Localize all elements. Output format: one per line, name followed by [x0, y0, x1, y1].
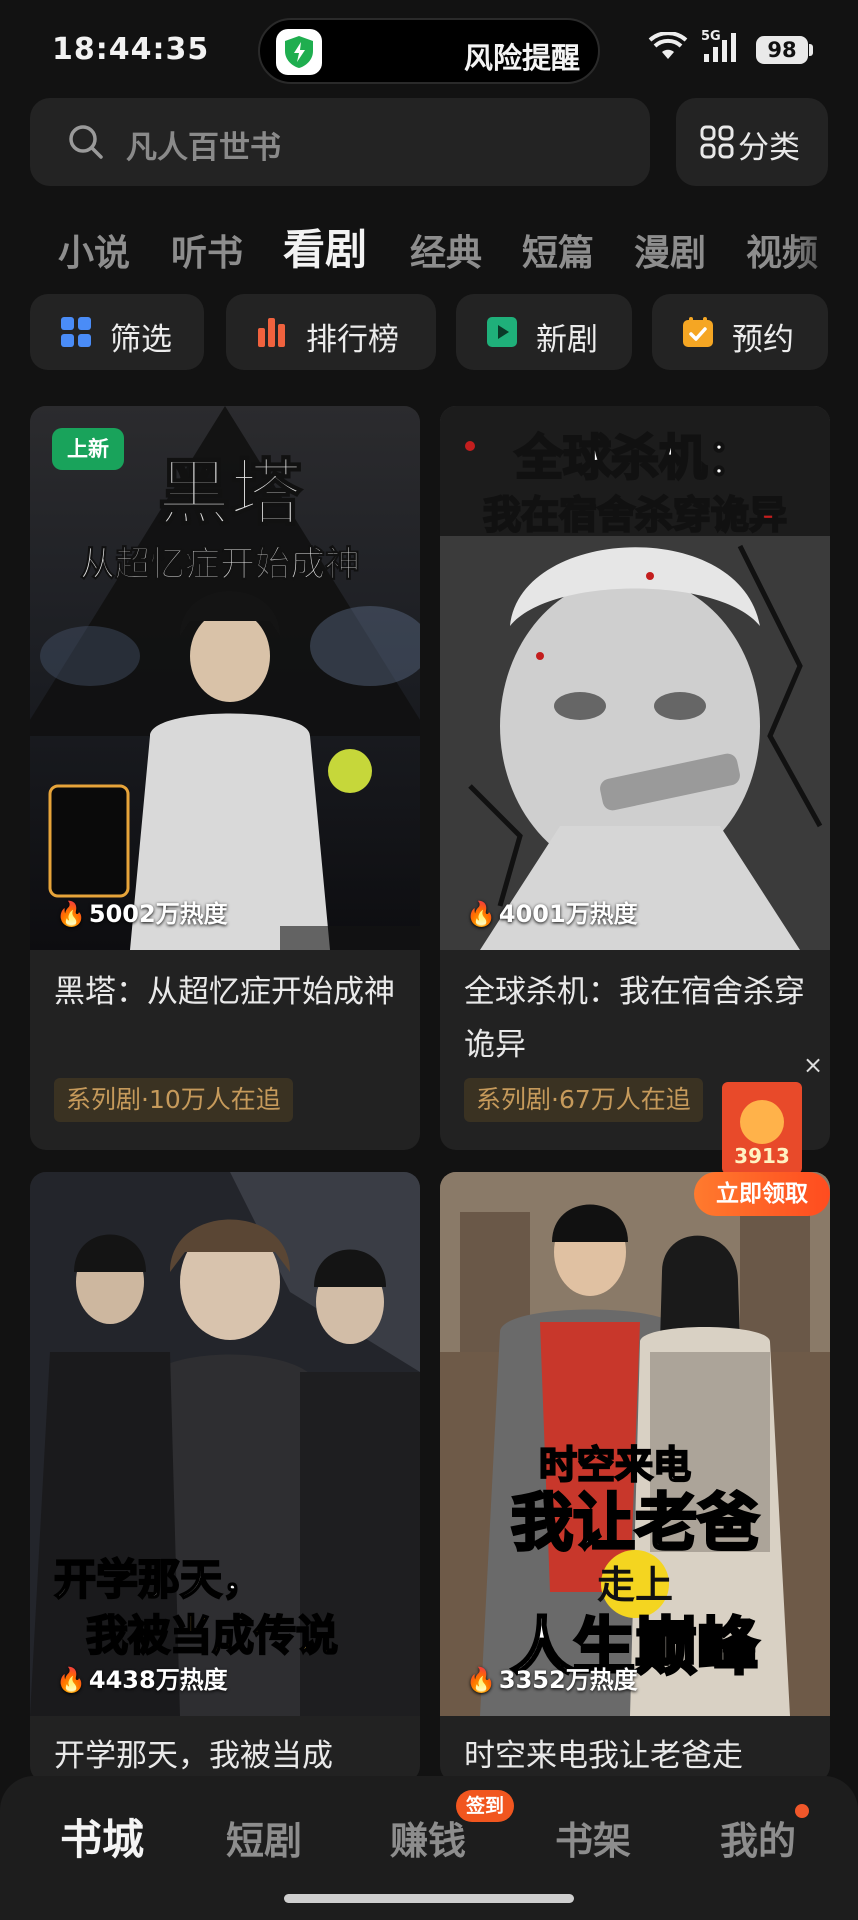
drama-cover[interactable]: 全球杀机： 我在宿舍杀穿诡异 🔥 4001万热度: [440, 406, 830, 950]
tab-short[interactable]: 短篇: [522, 224, 594, 276]
drama-card[interactable]: 开学那天， 我被当成传说 🔥 4438万热度 开学那天，我被当成: [30, 1172, 420, 1782]
flame-icon: 🔥: [466, 900, 496, 928]
drama-cover[interactable]: 开学那天， 我被当成传说 🔥 4438万热度: [30, 1172, 420, 1716]
svg-text:全球杀机：: 全球杀机：: [514, 430, 755, 486]
drama-title: 开学那天，我被当成: [54, 1738, 333, 1774]
signal-icon: [704, 33, 736, 62]
close-icon[interactable]: ×: [796, 1048, 830, 1082]
calendar-check-icon: [683, 317, 713, 347]
flame-icon: 🔥: [56, 1666, 86, 1694]
new-drama-button[interactable]: 新剧: [456, 294, 632, 370]
nav-bookstore[interactable]: 书城: [60, 1806, 144, 1867]
drama-card[interactable]: 时空来电 我让老爸 走上 人生巅峰 🔥 3352万热度 时空来电我让老爸走: [440, 1172, 830, 1782]
home-indicator[interactable]: [284, 1894, 574, 1903]
status-time: 18:44:35: [52, 32, 210, 67]
drama-cover[interactable]: 时空来电 我让老爸 走上 人生巅峰 🔥 3352万热度: [440, 1172, 830, 1716]
drama-cover[interactable]: 上新 黑塔 从超忆症开始成神 🔥 5002万热度: [30, 406, 420, 950]
reservation-button[interactable]: 预约: [652, 294, 828, 370]
category-button[interactable]: 分类: [676, 98, 828, 186]
new-drama-label: 新剧: [536, 322, 598, 358]
content-tabs: 小说 听书 看剧 经典 短篇 漫剧 视频: [0, 210, 858, 280]
coin-icon: [740, 1100, 784, 1144]
risk-alert-label: 风险提醒: [464, 41, 581, 75]
bar-chart-icon: [258, 318, 285, 347]
drama-card[interactable]: 全球杀机： 我在宿舍杀穿诡异 🔥 4001万热度 全球杀机： 我在宿舍杀穿诡异 系列…: [440, 406, 830, 1150]
svg-text:走上: 走上: [597, 1563, 673, 1607]
cover-title-art: 开学那天， 我被当成传说: [53, 1554, 339, 1661]
svg-text:开学那天，: 开学那天，: [54, 1555, 264, 1604]
wifi-icon: [648, 32, 688, 59]
cover-title-art: 全球杀机： 我在宿舍杀穿诡异: [482, 429, 788, 538]
svg-text:黑塔: 黑塔: [158, 451, 303, 535]
filter-button[interactable]: 筛选: [30, 294, 204, 370]
flame-icon: 🔥: [466, 1666, 496, 1694]
nav-me[interactable]: 我的: [720, 1810, 796, 1865]
nav-bookshelf[interactable]: 书架: [555, 1810, 631, 1865]
heat-count: 🔥 3352万热度: [466, 1666, 638, 1694]
drama-card[interactable]: 上新 黑塔 从超忆症开始成神 🔥 5002万热度 黑塔：从超忆症开始成神 系列剧·…: [30, 406, 420, 1150]
search-bar[interactable]: 凡人百世书: [30, 98, 650, 186]
status-bar: 18:44:35 风险提醒 5G 98: [0, 0, 858, 96]
drama-title: 时空来电我让老爸走: [464, 1738, 743, 1774]
tab-drama[interactable]: 看剧: [283, 216, 367, 277]
grid-icon: [700, 125, 734, 159]
battery-tip: [809, 44, 813, 56]
flame-icon: 🔥: [56, 900, 86, 928]
tab-classic[interactable]: 经典: [410, 224, 482, 276]
shield-icon: [276, 29, 322, 75]
signin-badge[interactable]: 签到: [456, 1790, 515, 1822]
tab-comic-drama[interactable]: 漫剧: [634, 224, 706, 276]
svg-text:我在宿舍杀穿诡异: 我在宿舍杀穿诡异: [483, 493, 787, 537]
heat-count: 🔥 5002万热度: [56, 900, 228, 928]
svg-text:时空来电: 时空来电: [539, 1443, 691, 1487]
svg-text:我被当成传说: 我被当成传说: [86, 1611, 338, 1660]
drama-title: 黑塔：从超忆症开始成神: [54, 974, 395, 1010]
red-envelope-icon[interactable]: 3913: [722, 1082, 802, 1174]
play-icon: [487, 317, 517, 347]
tab-novel[interactable]: 小说: [58, 224, 130, 276]
search-placeholder: 凡人百世书: [126, 130, 281, 166]
ranking-button[interactable]: 排行榜: [226, 294, 436, 370]
bottom-navigation: 书城 短剧 赚钱 签到 书架 我的: [0, 1776, 858, 1920]
tabs-fade: [788, 210, 858, 280]
reservation-label: 预约: [732, 322, 794, 358]
reward-amount: 3913: [734, 1144, 790, 1168]
notification-dot: [795, 1804, 809, 1818]
svg-text:我让老爸: 我让老爸: [511, 1486, 759, 1559]
category-label: 分类: [738, 130, 800, 166]
claim-now-button[interactable]: 立即领取: [694, 1172, 830, 1216]
grid-icon: [61, 317, 91, 347]
tab-audiobook[interactable]: 听书: [171, 224, 243, 276]
cover-title-art: 黑塔 从超忆症开始成神: [79, 450, 360, 586]
app-screen: 18:44:35 风险提醒 5G 98 凡人百世书 分类 小说 听书 看剧 经典…: [0, 0, 858, 1920]
series-tag: 系列剧·67万人在追: [464, 1078, 703, 1122]
search-icon: [69, 125, 103, 159]
nav-short-drama[interactable]: 短剧: [226, 1810, 302, 1865]
ranking-label: 排行榜: [306, 322, 399, 358]
nav-earn[interactable]: 赚钱: [390, 1810, 466, 1865]
heat-count: 🔥 4438万热度: [56, 1666, 228, 1694]
battery-indicator: 98: [756, 36, 808, 64]
filter-label: 筛选: [110, 322, 172, 358]
svg-text:从超忆症开始成神: 从超忆症开始成神: [80, 545, 360, 585]
heat-count: 🔥 4001万热度: [466, 900, 638, 928]
dynamic-island-alert[interactable]: 风险提醒: [258, 18, 600, 84]
series-tag: 系列剧·10万人在追: [54, 1078, 293, 1122]
floating-reward-widget: × 3913 立即领取: [694, 1048, 834, 1220]
